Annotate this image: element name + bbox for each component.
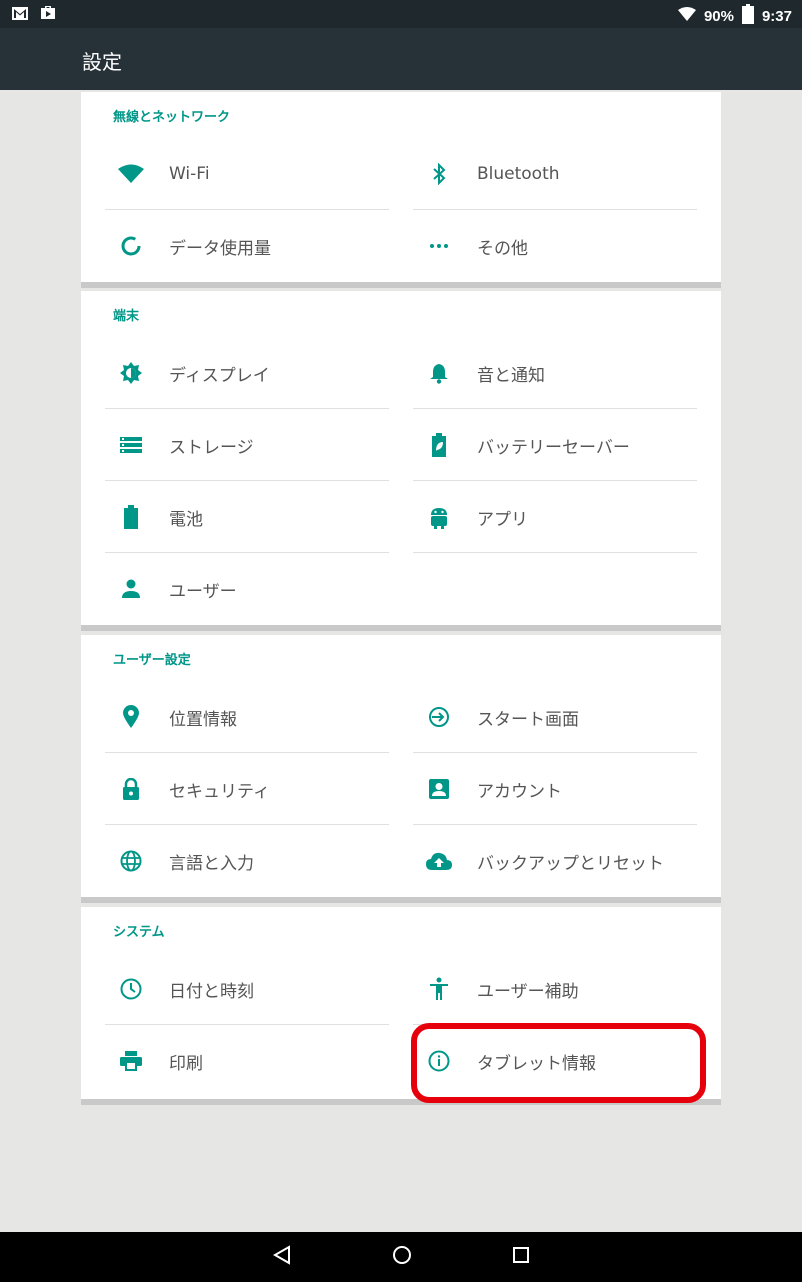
settings-item-wifi[interactable]: Wi-Fi (105, 138, 389, 210)
settings-item-accounts[interactable]: アカウント (413, 753, 697, 825)
navigation-bar (0, 1232, 802, 1282)
page-title: 設定 (82, 50, 122, 74)
settings-item-home-screen[interactable]: スタート画面 (413, 681, 697, 753)
account-box-icon (419, 779, 459, 799)
battery-full-icon (741, 4, 754, 28)
storage-icon (111, 437, 151, 453)
cloud-upload-icon (419, 852, 459, 870)
login-icon (419, 706, 459, 728)
clock-icon (111, 978, 151, 1000)
section-header: 端末 (113, 309, 140, 324)
settings-item-battery[interactable]: 電池 (105, 481, 389, 553)
settings-item-date-time[interactable]: 日付と時刻 (105, 953, 389, 1025)
section-device: 端末 ディスプレイ 音と通知 ストレージ バッテリーセーバー 電池 アプリ ユー… (81, 291, 721, 631)
settings-item-apps[interactable]: アプリ (413, 481, 697, 553)
location-icon (111, 705, 151, 729)
recents-button[interactable] (512, 1246, 530, 1268)
settings-item-more[interactable]: その他 (413, 210, 697, 282)
globe-icon (111, 850, 151, 872)
settings-item-data-usage[interactable]: データ使用量 (105, 210, 389, 282)
settings-item-bluetooth[interactable]: Bluetooth (413, 138, 697, 210)
settings-item-printing[interactable]: 印刷 (105, 1025, 389, 1097)
settings-item-language-input[interactable]: 言語と入力 (105, 825, 389, 897)
print-icon (111, 1051, 151, 1071)
clock-time: 9:37 (761, 7, 792, 25)
battery-percent: 90% (703, 7, 734, 25)
home-button[interactable] (392, 1245, 412, 1269)
person-icon (111, 579, 151, 599)
home-circle-icon (393, 1246, 411, 1264)
data-usage-icon (111, 235, 151, 257)
shopping-bag-icon (40, 5, 56, 24)
bluetooth-icon (419, 163, 459, 185)
settings-item-battery-saver[interactable]: バッテリーセーバー (413, 409, 697, 481)
section-header: システム (113, 925, 165, 940)
settings-item-security[interactable]: セキュリティ (105, 753, 389, 825)
android-icon (419, 505, 459, 529)
settings-item-location[interactable]: 位置情報 (105, 681, 389, 753)
bell-icon (419, 362, 459, 384)
brightness-icon (111, 361, 151, 385)
back-button[interactable] (272, 1245, 292, 1269)
recents-square-icon (513, 1247, 529, 1263)
section-header: 無線とネットワーク (113, 110, 231, 125)
settings-item-accessibility[interactable]: ユーザー補助 (413, 953, 697, 1025)
app-bar: 設定 (0, 28, 802, 90)
settings-item-display[interactable]: ディスプレイ (105, 337, 389, 409)
settings-item-users[interactable]: ユーザー (105, 553, 389, 625)
settings-item-storage[interactable]: ストレージ (105, 409, 389, 481)
gmail-icon (12, 5, 28, 24)
wifi-signal-icon (677, 7, 696, 25)
back-triangle-icon (272, 1245, 290, 1265)
lock-icon (111, 778, 151, 800)
highlight-box (411, 1023, 706, 1103)
section-header: ユーザー設定 (113, 653, 191, 668)
settings-item-backup-reset[interactable]: バックアップとリセット (413, 825, 697, 897)
section-personal: ユーザー設定 位置情報 スタート画面 セキュリティ アカウント 言語と入力 バッ… (81, 635, 721, 903)
battery-icon (111, 505, 151, 529)
more-icon (419, 243, 459, 249)
wifi-icon (111, 164, 151, 184)
status-bar: 90% 9:37 (0, 0, 802, 28)
section-wireless-networks: 無線とネットワーク Wi-Fi Bluetooth データ使用量 その他 (81, 92, 721, 288)
settings-item-sound-notification[interactable]: 音と通知 (413, 337, 697, 409)
battery-saver-icon (419, 433, 459, 457)
accessibility-icon (419, 977, 459, 1001)
